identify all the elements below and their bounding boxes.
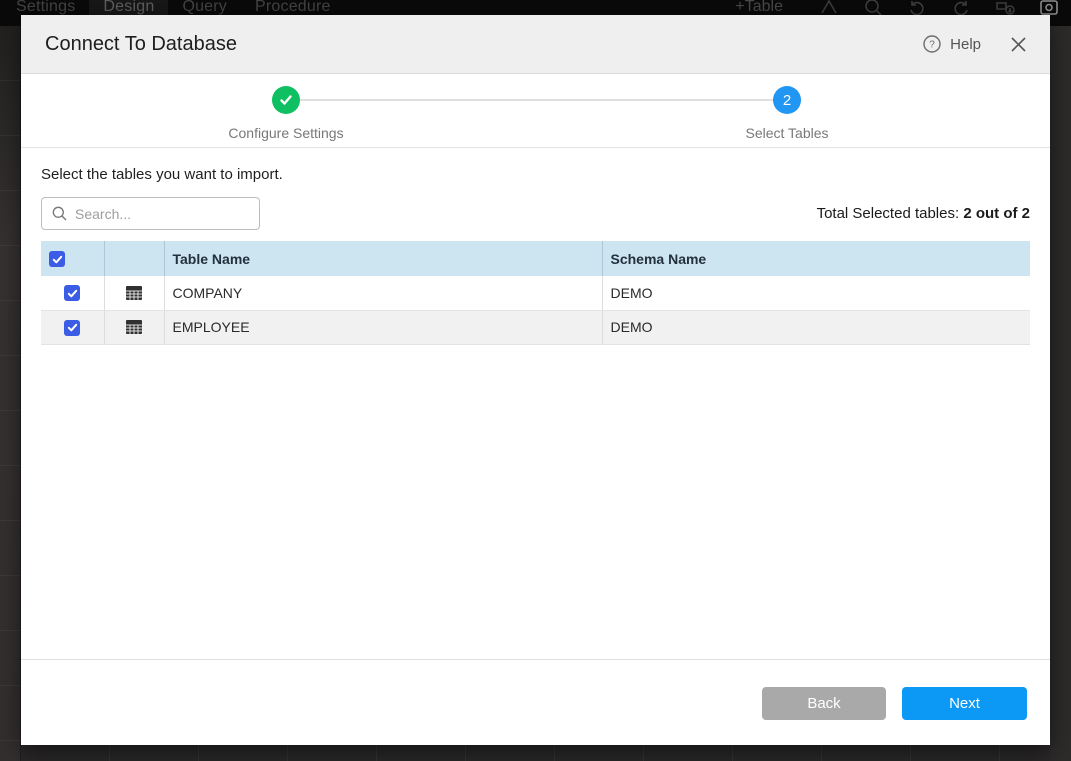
search-input[interactable] bbox=[75, 206, 249, 222]
step-label: Configure Settings bbox=[176, 125, 396, 141]
table-name-cell: EMPLOYEE bbox=[164, 310, 602, 344]
step-select-tables[interactable]: 2 Select Tables bbox=[677, 86, 897, 141]
next-button[interactable]: Next bbox=[902, 687, 1027, 720]
step-label: Select Tables bbox=[677, 125, 897, 141]
wizard-stepper: Configure Settings 2 Select Tables bbox=[21, 74, 1050, 148]
column-header-table-name: Table Name bbox=[164, 241, 602, 276]
help-button[interactable]: ? Help bbox=[923, 35, 981, 53]
dialog-footer: Back Next bbox=[21, 659, 1050, 745]
search-icon bbox=[52, 206, 67, 221]
table-row: COMPANY DEMO bbox=[41, 276, 1030, 310]
table-row: EMPLOYEE DEMO bbox=[41, 310, 1030, 344]
table-name-cell: COMPANY bbox=[164, 276, 602, 310]
back-button[interactable]: Back bbox=[762, 687, 886, 720]
select-all-checkbox[interactable] bbox=[49, 251, 65, 267]
app-backdrop-right bbox=[1050, 26, 1071, 761]
add-table-button[interactable]: +Table bbox=[735, 0, 783, 16]
table-header-row: Table Name Schema Name bbox=[41, 241, 1030, 276]
help-label: Help bbox=[950, 36, 981, 53]
summary-label: Total Selected tables: bbox=[817, 205, 964, 222]
dialog-header: Connect To Database ? Help bbox=[21, 15, 1050, 74]
connect-to-database-dialog: Connect To Database ? Help bbox=[21, 15, 1050, 745]
app-backdrop-bottom bbox=[21, 745, 1071, 761]
step-complete-icon bbox=[272, 86, 300, 114]
help-icon: ? bbox=[923, 35, 941, 53]
app-screen: Settings Design Query Procedure +Table bbox=[0, 0, 1071, 761]
tables-list: Table Name Schema Name bbox=[41, 241, 1030, 345]
close-button[interactable] bbox=[1011, 37, 1026, 52]
table-grid-icon bbox=[125, 284, 143, 302]
column-header-schema-name: Schema Name bbox=[602, 241, 1030, 276]
row-checkbox[interactable] bbox=[64, 320, 80, 336]
selected-tables-summary: Total Selected tables: 2 out of 2 bbox=[817, 205, 1030, 222]
step-number-badge: 2 bbox=[773, 86, 801, 114]
instruction-text: Select the tables you want to import. bbox=[41, 166, 1030, 183]
svg-text:?: ? bbox=[929, 40, 935, 51]
step-configure-settings[interactable]: Configure Settings bbox=[176, 86, 396, 141]
table-grid-icon bbox=[125, 318, 143, 336]
dialog-title: Connect To Database bbox=[45, 33, 237, 56]
schema-name-cell: DEMO bbox=[602, 310, 1030, 344]
app-backdrop-left bbox=[0, 26, 21, 761]
summary-value: 2 out of 2 bbox=[963, 205, 1030, 222]
schema-name-cell: DEMO bbox=[602, 276, 1030, 310]
dialog-body: Select the tables you want to import. To… bbox=[21, 148, 1050, 659]
row-checkbox[interactable] bbox=[64, 285, 80, 301]
close-icon bbox=[1011, 37, 1026, 52]
search-input-wrapper bbox=[41, 197, 260, 230]
